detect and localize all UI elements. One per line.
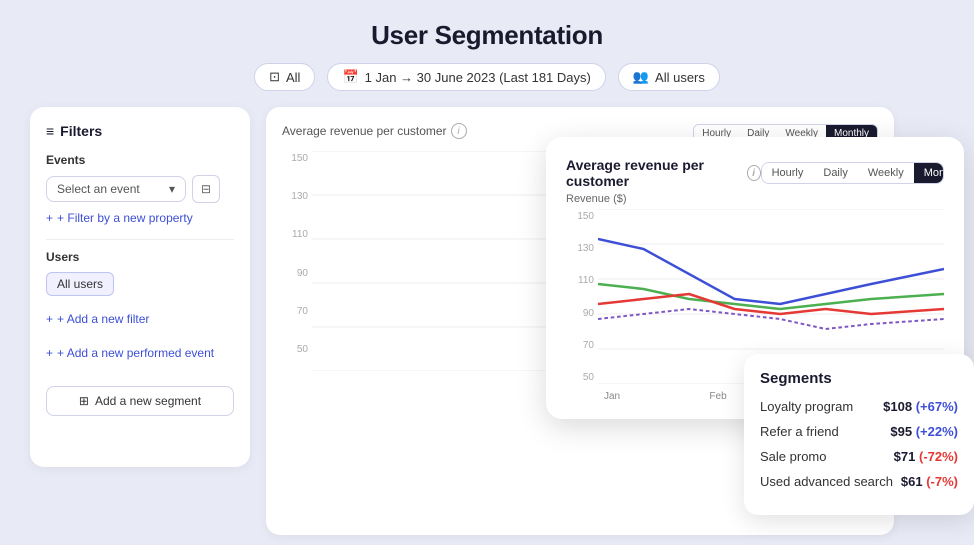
delete-event-button[interactable]: ⊟	[192, 175, 220, 203]
device-filter-label: All	[286, 70, 300, 85]
add-event-link[interactable]: + + Add a new performed event	[46, 346, 234, 360]
monthly-btn[interactable]: Monthly	[914, 163, 944, 183]
modal-chart-header: Average revenue per customer i Hourly Da…	[566, 157, 944, 189]
hourly-btn[interactable]: Hourly	[762, 163, 814, 183]
bg-info-icon: i	[451, 123, 467, 139]
segment-loyalty-name: Loyalty program	[760, 399, 853, 414]
bg-y-90: 90	[282, 268, 308, 279]
y-130: 130	[566, 243, 594, 254]
bg-y-70: 70	[282, 306, 308, 317]
events-section-label: Events	[46, 153, 234, 167]
segment-sale-name: Sale promo	[760, 449, 826, 464]
event-dropdown-placeholder: Select an event	[57, 182, 140, 196]
sidebar-header: ≡ Filters	[46, 123, 234, 139]
add-property-link[interactable]: + + Filter by a new property	[46, 211, 234, 225]
modal-title-text: Average revenue per customer	[566, 157, 742, 189]
segment-search-change: (-7%)	[926, 474, 958, 489]
add-segment-label: Add a new segment	[95, 394, 201, 408]
plus-icon-3: +	[46, 346, 53, 360]
bg-chart-title: Average revenue per customer i	[282, 123, 467, 139]
bg-y-130: 130	[282, 191, 308, 202]
users-section-label: Users	[46, 250, 234, 264]
x-jan: Jan	[604, 391, 620, 402]
filter-icon: ≡	[46, 123, 54, 139]
segment-loyalty-change: (+67%)	[916, 399, 958, 414]
segment-sale-value: $71 (-72%)	[894, 449, 958, 464]
segment-refer-name: Refer a friend	[760, 424, 839, 439]
segment-refer-change: (+22%)	[916, 424, 958, 439]
chevron-down-icon: ▾	[169, 182, 175, 196]
add-filter-link[interactable]: + + Add a new filter	[46, 312, 234, 326]
bg-y-150: 150	[282, 153, 308, 164]
main-content: ≡ Filters Events Select an event ▾ ⊟ + +…	[30, 107, 944, 535]
bg-y-50: 50	[282, 344, 308, 355]
y-90: 90	[566, 308, 594, 319]
segment-search-value: $61 (-7%)	[901, 474, 958, 489]
y-110: 110	[566, 275, 594, 286]
users-filter-label: All users	[655, 70, 705, 85]
sidebar-divider	[46, 239, 234, 240]
device-filter-pill[interactable]: ⊡ All	[254, 63, 315, 91]
segment-row-loyalty: Loyalty program $108 (+67%)	[760, 399, 958, 414]
segment-sale-change: (-72%)	[919, 449, 958, 464]
modal-chart-title: Average revenue per customer i	[566, 157, 761, 189]
all-users-badge[interactable]: All users	[46, 272, 114, 296]
x-feb: Feb	[709, 391, 726, 402]
segment-icon: ⊞	[79, 394, 89, 408]
event-dropdown[interactable]: Select an event ▾	[46, 176, 186, 202]
daily-btn[interactable]: Daily	[813, 163, 857, 183]
y-axis-label: Revenue ($)	[566, 193, 944, 205]
users-icon: 👥	[633, 69, 649, 85]
add-segment-button[interactable]: ⊞ Add a new segment	[46, 386, 234, 416]
y-70: 70	[566, 340, 594, 351]
date-filter-pill[interactable]: 📅 1 Jan → 30 June 2023 (Last 181 Days)	[327, 63, 605, 91]
segments-card: Segments Loyalty program $108 (+67%) Ref…	[744, 354, 974, 515]
filter-bar: ⊡ All 📅 1 Jan → 30 June 2023 (Last 181 D…	[254, 63, 720, 91]
segment-loyalty-value: $108 (+67%)	[883, 399, 958, 414]
sidebar-bottom-links: + + Add a new filter + + Add a new perfo…	[46, 312, 234, 374]
y-50: 50	[566, 372, 594, 383]
filters-label: Filters	[60, 123, 102, 139]
date-filter-label: 1 Jan → 30 June 2023 (Last 181 Days)	[365, 70, 591, 85]
bg-y-110: 110	[282, 229, 308, 240]
modal-info-icon: i	[747, 165, 761, 181]
monitor-icon: ⊡	[269, 69, 280, 85]
add-filter-label: + Add a new filter	[57, 312, 149, 326]
segment-row-sale: Sale promo $71 (-72%)	[760, 449, 958, 464]
event-select-row: Select an event ▾ ⊟	[46, 175, 234, 203]
plus-icon-2: +	[46, 312, 53, 326]
y-150: 150	[566, 211, 594, 222]
segments-title: Segments	[760, 370, 958, 387]
segment-row-refer: Refer a friend $95 (+22%)	[760, 424, 958, 439]
trash-icon: ⊟	[201, 182, 211, 196]
sidebar: ≡ Filters Events Select an event ▾ ⊟ + +…	[30, 107, 250, 467]
users-filter-pill[interactable]: 👥 All users	[618, 63, 720, 91]
add-property-label: + Filter by a new property	[57, 211, 193, 225]
chart-area: Average revenue per customer i Hourly Da…	[266, 107, 944, 535]
segment-refer-value: $95 (+22%)	[890, 424, 958, 439]
calendar-icon: 📅	[342, 69, 358, 85]
segment-search-name: Used advanced search	[760, 474, 893, 489]
page-title: User Segmentation	[371, 20, 603, 51]
time-toggle-group: Hourly Daily Weekly Monthly	[761, 162, 944, 184]
add-event-label: + Add a new performed event	[57, 346, 214, 360]
plus-icon: +	[46, 211, 53, 225]
weekly-btn[interactable]: Weekly	[858, 163, 914, 183]
bg-chart-title-text: Average revenue per customer	[282, 124, 447, 138]
segment-row-search: Used advanced search $61 (-7%)	[760, 474, 958, 489]
